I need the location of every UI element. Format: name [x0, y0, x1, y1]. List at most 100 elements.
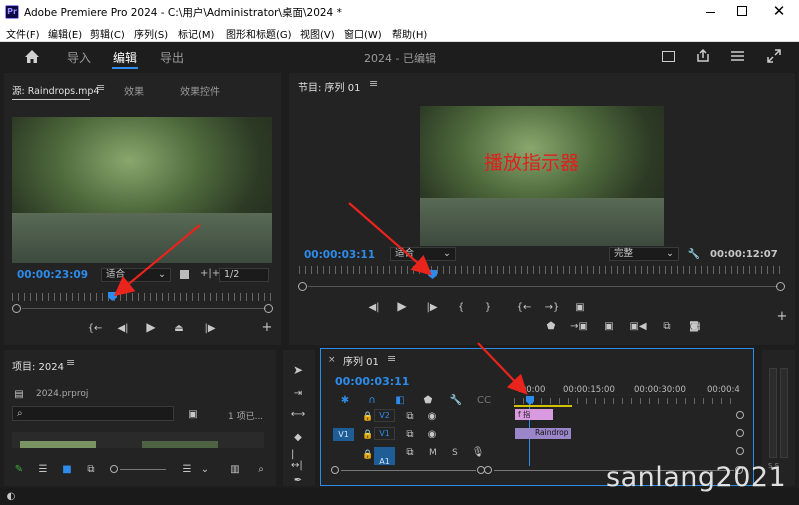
- track-select-tool-icon[interactable]: ⇥: [291, 387, 305, 399]
- timeline-scroll-left-handle[interactable]: [331, 466, 339, 474]
- source-scrollbar[interactable]: [22, 308, 266, 309]
- razor-tool-icon[interactable]: ◆: [291, 431, 305, 443]
- source-add-button-icon[interactable]: +: [260, 320, 274, 335]
- clip-thumbnail-2[interactable]: [142, 441, 218, 448]
- menu-clip[interactable]: 剪辑(C): [90, 26, 125, 41]
- close-window-button[interactable]: ✕: [772, 2, 786, 20]
- lift-icon[interactable]: →▣: [570, 320, 588, 332]
- timeline-zoom-left-handle[interactable]: [484, 466, 492, 474]
- menu-marker[interactable]: 标记(M): [178, 26, 214, 41]
- track-v2-label[interactable]: V2: [374, 409, 395, 422]
- go-to-out-icon[interactable]: →}: [545, 301, 560, 313]
- menu-edit[interactable]: 编辑(E): [48, 26, 82, 41]
- source-scroll-left-handle[interactable]: [12, 304, 21, 313]
- source-time-ruler[interactable]: [12, 293, 274, 301]
- extract-icon[interactable]: ▣: [602, 320, 616, 332]
- menu-file[interactable]: 文件(F): [6, 26, 40, 41]
- go-to-in-icon[interactable]: {←: [517, 301, 532, 313]
- menu-window[interactable]: 窗口(W): [344, 26, 382, 41]
- icon-view-icon[interactable]: ■: [60, 463, 74, 475]
- tab-import[interactable]: 导入: [67, 49, 91, 66]
- source-menu-icon[interactable]: ≡: [96, 81, 105, 94]
- solo-button[interactable]: S: [452, 448, 458, 458]
- export-frame-icon[interactable]: ◙: [687, 320, 701, 332]
- timeline-h-scroll[interactable]: [341, 470, 476, 471]
- timeline-menu-icon[interactable]: ≡: [387, 352, 396, 365]
- program-menu-icon[interactable]: ≡: [369, 77, 378, 90]
- play-icon[interactable]: ▶: [395, 299, 409, 313]
- add-marker-icon[interactable]: ⬟: [544, 320, 558, 332]
- new-bin-icon[interactable]: ▣: [186, 408, 200, 420]
- menu-graphics[interactable]: 图形和标题(G): [226, 26, 292, 41]
- project-search-input[interactable]: ⌕: [12, 406, 174, 421]
- clip-v1[interactable]: Raindrop: [515, 428, 571, 439]
- fullscreen-icon[interactable]: [767, 49, 781, 63]
- add-marker-icon[interactable]: ⬟: [421, 394, 435, 406]
- mute-button[interactable]: M: [429, 448, 437, 458]
- step-forward-icon[interactable]: |▶: [203, 322, 217, 334]
- tab-edit[interactable]: 编辑: [113, 49, 137, 66]
- sync-lock-icon[interactable]: ⧉: [403, 428, 417, 440]
- play-icon[interactable]: ▶: [144, 320, 158, 334]
- track-v1-label[interactable]: V1: [374, 427, 395, 440]
- v2-end-handle[interactable]: [736, 411, 744, 419]
- track-v1-source-toggle[interactable]: V1: [333, 428, 354, 441]
- settings-icon[interactable]: [180, 270, 189, 279]
- microphone-icon[interactable]: 🎙: [471, 446, 485, 458]
- source-fit-dropdown[interactable]: 适合 ⌄: [101, 268, 171, 282]
- pencil-icon[interactable]: ✎: [12, 463, 26, 475]
- home-icon[interactable]: [24, 49, 40, 64]
- clip-thumbnail-1[interactable]: [20, 441, 96, 448]
- linked-selection-icon[interactable]: ◧: [393, 394, 407, 406]
- track-a1-label[interactable]: A1: [374, 447, 395, 466]
- v1-end-handle[interactable]: [736, 429, 744, 437]
- timeline-settings-icon[interactable]: 🔧: [449, 394, 463, 406]
- step-back-icon[interactable]: ◀|: [367, 301, 381, 313]
- list-view-icon[interactable]: ☰: [36, 463, 50, 475]
- a1-end-handle[interactable]: [736, 447, 744, 455]
- lock-icon[interactable]: 🔒: [362, 412, 373, 422]
- menu-sequence[interactable]: 序列(S): [134, 26, 168, 41]
- tab-source[interactable]: 源: Raindrops.mp4: [12, 83, 99, 97]
- freeform-view-icon[interactable]: ⧉: [84, 463, 98, 475]
- panel-layout-icon[interactable]: [662, 51, 675, 62]
- lock-icon[interactable]: 🔒: [362, 450, 373, 460]
- program-quality-dropdown[interactable]: 完整 ⌄: [609, 247, 679, 261]
- find-icon[interactable]: ⌕: [254, 463, 268, 475]
- nest-icon[interactable]: ✱: [338, 394, 352, 406]
- mark-in-icon[interactable]: {: [454, 301, 468, 313]
- mark-in-icon[interactable]: {←: [88, 322, 103, 334]
- timeline-close-icon[interactable]: ×: [328, 355, 336, 365]
- slip-tool-icon[interactable]: |↔|: [291, 449, 305, 471]
- resolution-dropdown[interactable]: 1/2: [219, 268, 269, 282]
- program-add-button-icon[interactable]: +: [775, 309, 789, 324]
- tab-effects[interactable]: 效果: [124, 83, 144, 98]
- program-playhead[interactable]: [428, 270, 437, 279]
- step-back-icon[interactable]: ◀|: [116, 322, 130, 334]
- insert-icon[interactable]: ⏏: [172, 322, 186, 334]
- source-timecode[interactable]: 00:00:23:09: [17, 269, 88, 281]
- program-timecode[interactable]: 00:00:03:11: [304, 249, 375, 261]
- step-forward-icon[interactable]: |▶: [425, 301, 439, 313]
- tab-effect-controls[interactable]: 效果控件: [180, 83, 220, 98]
- snap-icon[interactable]: ∩: [365, 394, 379, 406]
- multicam-icon[interactable]: ▣: [573, 301, 587, 313]
- mark-out-icon[interactable]: }: [481, 301, 495, 313]
- eye-icon[interactable]: ◉: [425, 410, 439, 422]
- program-fit-dropdown[interactable]: 适合 ⌄: [390, 247, 456, 261]
- source-scroll-right-handle[interactable]: [264, 304, 273, 313]
- program-scroll-left-handle[interactable]: [298, 282, 307, 291]
- timeline-timecode[interactable]: 00:00:03:11: [335, 375, 409, 388]
- sync-lock-icon[interactable]: ⧉: [403, 410, 417, 422]
- pen-tool-icon[interactable]: ✒: [291, 474, 305, 486]
- insert-icon[interactable]: ▣◀: [629, 320, 646, 332]
- automate-icon[interactable]: ▥: [228, 463, 242, 475]
- chevron-down-icon[interactable]: ⌄: [198, 463, 212, 475]
- menu-view[interactable]: 视图(V): [300, 26, 335, 41]
- captions-icon[interactable]: CC: [477, 394, 491, 406]
- sort-icon[interactable]: ☰: [180, 463, 194, 475]
- menu-help[interactable]: 帮助(H): [392, 26, 427, 41]
- eye-icon[interactable]: ◉: [425, 428, 439, 440]
- lock-icon[interactable]: 🔒: [362, 430, 373, 440]
- selection-tool-icon[interactable]: ➤: [291, 363, 305, 377]
